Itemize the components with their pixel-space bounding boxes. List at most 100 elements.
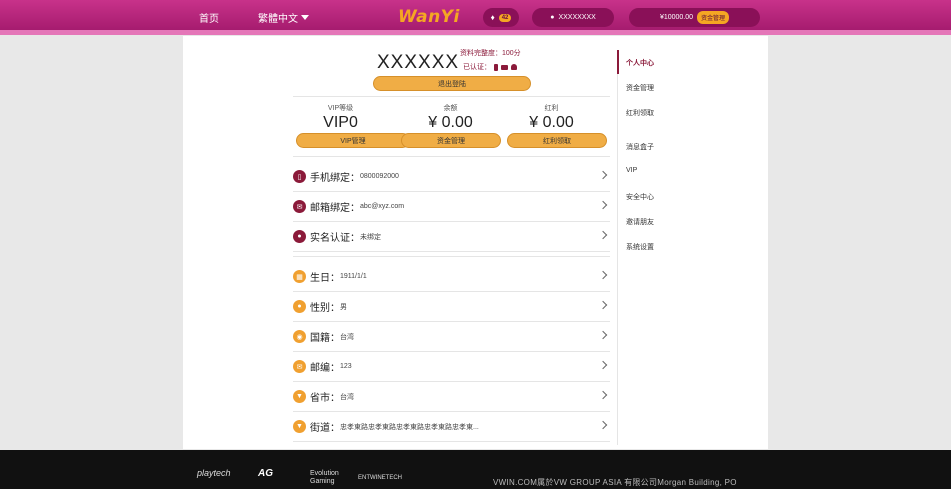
chevron-right-icon — [598, 170, 608, 180]
header-username: XXXXXXXX — [558, 14, 596, 21]
sidebar-item-fund-management[interactable]: 资金管理 — [626, 83, 654, 93]
chevron-right-icon — [598, 300, 608, 310]
row-province[interactable]: ▼ 省市： 台湾 — [293, 382, 610, 412]
stat-label: 余额 — [443, 105, 458, 112]
row-value: 未绑定 — [360, 233, 381, 241]
row-phone[interactable]: ▯ 手机绑定： 0800092000 — [293, 162, 610, 192]
row-realname[interactable]: ● 实名认证： 未绑定 — [293, 222, 610, 252]
row-value: 1911/1/1 — [340, 273, 367, 280]
vip-management-button[interactable]: VIP管理 — [296, 133, 410, 148]
stat-balance: 余额 ¥ 0.00 资金管理 — [393, 103, 508, 148]
row-value: 123 — [340, 363, 352, 370]
row-gender[interactable]: ● 性别： 男 — [293, 292, 610, 322]
verified-status: 已认证： — [463, 62, 517, 72]
fund-management-button[interactable]: 资金管理 — [401, 133, 501, 148]
chevron-right-icon — [598, 390, 608, 400]
bonus-claim-button[interactable]: 红利领取 — [507, 133, 607, 148]
sidebar-item-personal-center[interactable]: 个人中心 — [626, 58, 654, 68]
row-postal[interactable]: ✉ 邮编： 123 — [293, 352, 610, 382]
row-label: 性别： — [310, 303, 340, 314]
globe-icon: ◉ — [293, 330, 306, 343]
sidebar-item-bonus[interactable]: 红利领取 — [626, 108, 654, 118]
stat-value: VIP0 — [323, 114, 358, 131]
user-icon — [511, 64, 517, 70]
row-street[interactable]: ▼ 街道： 忠孝東路忠孝東路忠孝東路忠孝東路忠孝東... — [293, 412, 610, 442]
ag-logo: AG — [258, 468, 273, 479]
sidebar-menu: 个人中心 资金管理 红利领取 消息盒子 VIP 安全中心 邀请朋友 系统设置 — [617, 50, 767, 445]
footer — [0, 450, 951, 489]
brand-logo[interactable]: WanYi — [398, 7, 460, 27]
row-label: 邮箱绑定： — [310, 203, 360, 214]
user-account-button[interactable]: ● XXXXXXXX — [532, 8, 614, 27]
entwinetech-logo: ENTWINETECH — [358, 475, 402, 481]
stat-label: 红利 — [544, 105, 559, 112]
row-label: 邮编： — [310, 363, 340, 374]
profile-completion: 资料完整度：100分 — [460, 50, 521, 57]
row-nationality[interactable]: ◉ 国籍： 台湾 — [293, 322, 610, 352]
row-label: 手机绑定： — [310, 173, 360, 184]
logout-button[interactable]: 退出登陆 — [373, 76, 531, 91]
mail-icon — [501, 64, 508, 70]
gender-icon: ● — [293, 300, 306, 313]
top-bar — [0, 0, 951, 35]
language-label: 繁體中文 — [258, 14, 298, 25]
sidebar-item-security[interactable]: 安全中心 — [626, 192, 654, 202]
location-icon: ▼ — [293, 390, 306, 403]
row-label: 省市： — [310, 393, 340, 404]
language-selector[interactable]: 繁體中文 — [258, 10, 309, 25]
row-value: 台湾 — [340, 333, 354, 341]
grid-icon: ▦ — [293, 270, 306, 283]
notification-button[interactable]: ♦ 42 — [483, 8, 519, 27]
chevron-right-icon — [598, 200, 608, 210]
stat-value: ¥ 0.00 — [428, 114, 473, 131]
row-value: abc@xyz.com — [360, 203, 405, 210]
active-indicator — [617, 50, 619, 74]
divider — [293, 156, 610, 157]
row-value: 忠孝東路忠孝東路忠孝東路忠孝東路忠孝東... — [340, 423, 479, 431]
row-label: 生日： — [310, 273, 340, 284]
user-icon: ● — [293, 230, 306, 243]
row-email[interactable]: ✉ 邮箱绑定： abc@xyz.com — [293, 192, 610, 222]
top-bar-stripe — [0, 30, 951, 35]
chevron-right-icon — [598, 270, 608, 280]
row-label: 实名认证： — [310, 233, 360, 244]
nav-home-link[interactable]: 首页 — [199, 10, 219, 25]
stat-value: ¥ 0.00 — [529, 114, 574, 131]
sidebar-item-settings[interactable]: 系统设置 — [626, 242, 654, 252]
row-value: 台湾 — [340, 393, 354, 401]
row-value: 男 — [340, 303, 347, 311]
footer-copyright: VWIN.COM属於VW GROUP ASIA 有限公司Morgan Build… — [493, 478, 737, 487]
postal-icon: ✉ — [293, 360, 306, 373]
fund-management-button[interactable]: 资金管理 — [697, 11, 730, 24]
playtech-logo: playtech — [197, 468, 231, 478]
row-label: 街道： — [310, 423, 340, 434]
row-label: 国籍： — [310, 333, 340, 344]
user-icon: ● — [550, 14, 555, 21]
phone-icon — [494, 63, 498, 71]
chevron-right-icon — [598, 330, 608, 340]
mail-icon: ✉ — [293, 200, 306, 213]
divider — [293, 96, 610, 97]
evolution-gaming-logo: Evolution Gaming — [310, 470, 339, 485]
row-birthday[interactable]: ▦ 生日： 1911/1/1 — [293, 262, 610, 292]
header-balance: ¥10000.00 — [659, 14, 694, 21]
stat-label: VIP等级 — [327, 105, 354, 112]
notification-count-badge: 42 — [498, 13, 512, 22]
verified-label: 已认证： — [463, 64, 491, 71]
chevron-right-icon — [598, 360, 608, 370]
sidebar-item-vip[interactable]: VIP — [626, 167, 637, 174]
balance-pill: ¥10000.00 资金管理 — [629, 8, 760, 27]
stat-vip: VIP等级 VIP0 VIP管理 — [283, 103, 410, 148]
bell-icon: ♦ — [490, 13, 495, 22]
chevron-down-icon — [301, 15, 309, 20]
location-icon: ▼ — [293, 420, 306, 433]
phone-icon: ▯ — [293, 170, 306, 183]
profile-username: XXXXXX — [377, 52, 460, 73]
divider — [293, 256, 610, 257]
chevron-right-icon — [598, 230, 608, 240]
row-value: 0800092000 — [360, 173, 399, 180]
sidebar-item-messages[interactable]: 消息盒子 — [626, 142, 654, 152]
stat-bonus: 红利 ¥ 0.00 红利领取 — [494, 103, 609, 148]
sidebar-item-invite[interactable]: 邀请朋友 — [626, 217, 654, 227]
chevron-right-icon — [598, 420, 608, 430]
